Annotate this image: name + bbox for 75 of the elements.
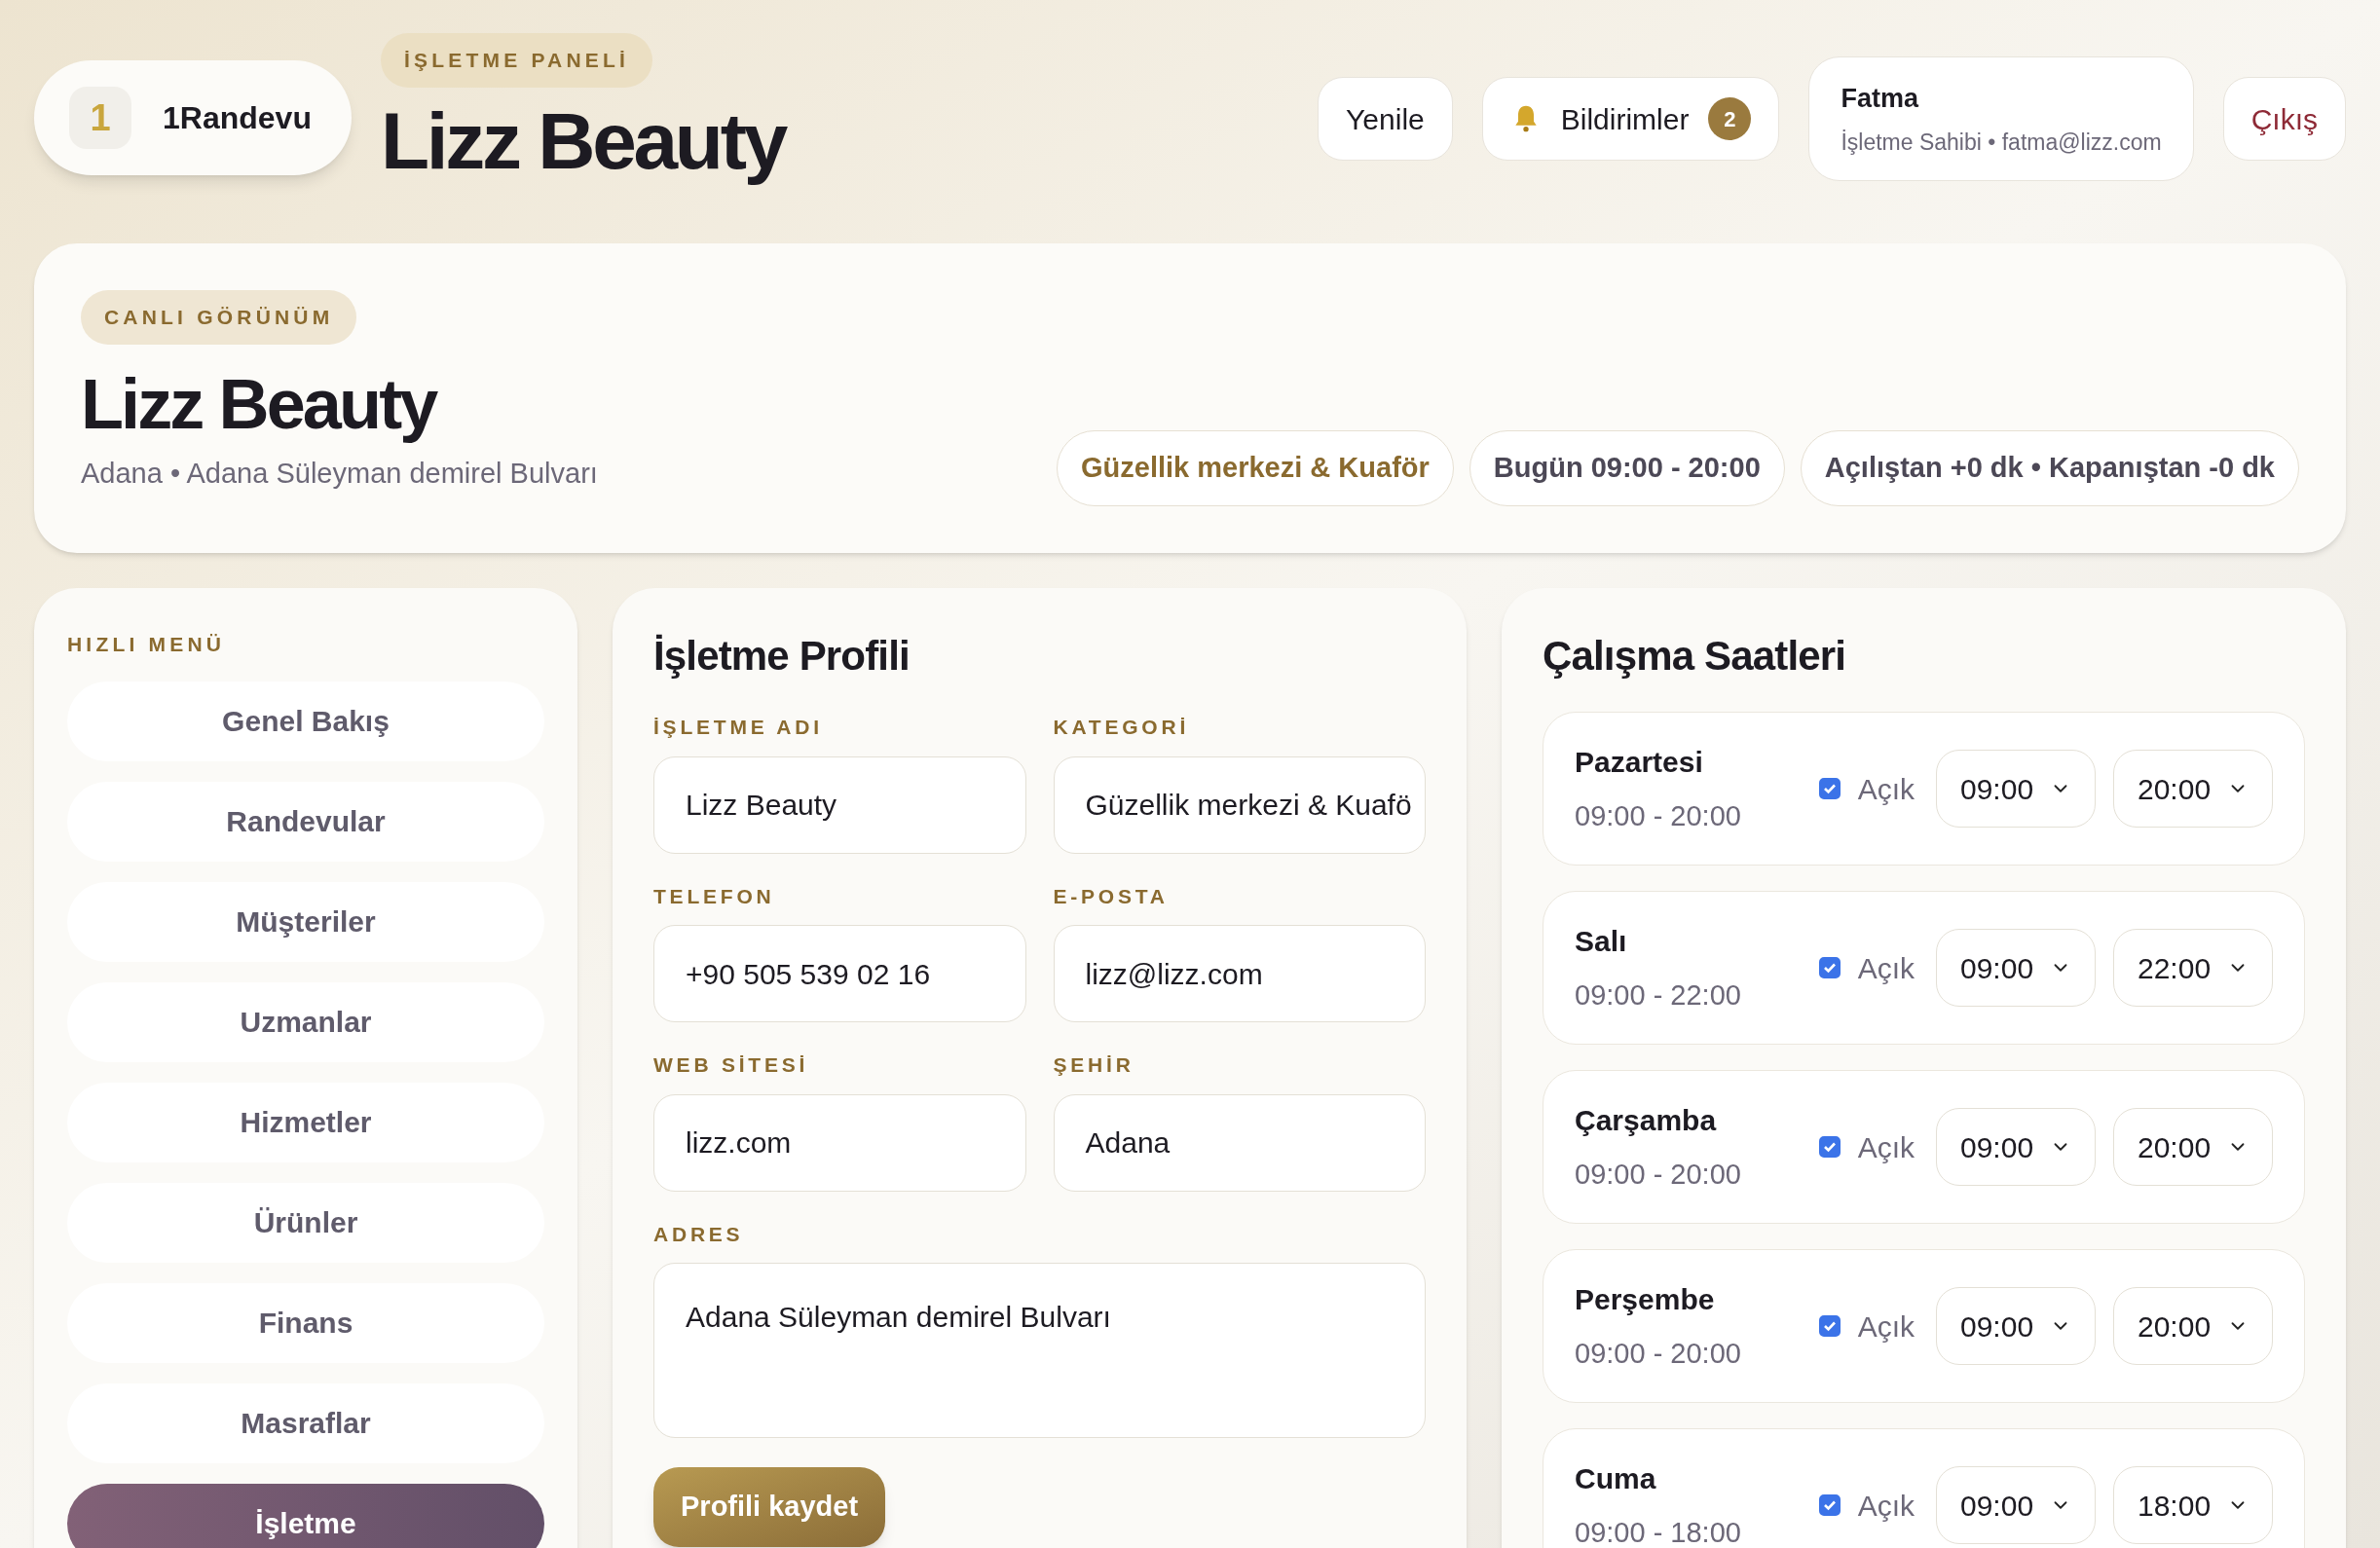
- menu-item[interactable]: Genel Bakış: [67, 681, 544, 761]
- menu-item[interactable]: Müşteriler: [67, 881, 544, 962]
- brand-pill[interactable]: 1 1Randevu: [34, 60, 352, 175]
- brand-name: 1Randevu: [163, 99, 312, 137]
- textarea-field[interactable]: Adana Süleyman demirel Bulvarı: [653, 1263, 1426, 1438]
- time-select[interactable]: 20:00: [2113, 1108, 2273, 1186]
- open-label: Açık: [1857, 1129, 1915, 1165]
- save-profile-button[interactable]: Profili kaydet: [653, 1467, 886, 1547]
- open-checkbox[interactable]: [1818, 1494, 1841, 1516]
- day-name: Pazartesi: [1575, 744, 1704, 780]
- user-card[interactable]: Fatma İşletme Sahibi • fatma@lizz.com: [1808, 56, 2194, 181]
- day-hours: 09:00 - 20:00: [1575, 798, 1741, 833]
- field-label: E-POSTA: [1053, 883, 1170, 909]
- time-select[interactable]: 09:00: [1936, 750, 2096, 828]
- field-label: TELEFON: [653, 883, 776, 909]
- menu-item[interactable]: Masraflar: [67, 1382, 544, 1463]
- day-name: Çarşamba: [1575, 1102, 1718, 1138]
- time-select[interactable]: 09:00: [1936, 929, 2096, 1007]
- panel-badge: İŞLETME PANELİ: [381, 33, 653, 88]
- location-text: Adana • Adana Süleyman demirel Bulvarı: [81, 457, 598, 492]
- field-label: KATEGORİ: [1053, 715, 1191, 740]
- field-label: ŞEHİR: [1053, 1052, 1135, 1078]
- open-label: Açık: [1857, 771, 1915, 807]
- day-hours: 09:00 - 20:00: [1575, 1157, 1741, 1192]
- day-name: Cuma: [1575, 1460, 1657, 1496]
- time-select[interactable]: 20:00: [2113, 1287, 2273, 1365]
- user-detail: İşletme Sahibi • fatma@lizz.com: [1841, 129, 2162, 157]
- info-chip: Açılıştan +0 dk • Kapanıştan -0 dk: [1800, 430, 2299, 506]
- field-label: WEB SİTESİ: [653, 1052, 810, 1078]
- section-title: İşletme Profili: [653, 632, 911, 681]
- input-field[interactable]: Güzellik merkezi & Kuafö: [1053, 756, 1426, 854]
- menu-item[interactable]: İşletme: [67, 1483, 544, 1548]
- time-select[interactable]: 09:00: [1936, 1466, 2096, 1544]
- menu-item[interactable]: Finans: [67, 1282, 544, 1363]
- menu-item[interactable]: Hizmetler: [67, 1082, 544, 1162]
- user-name: Fatma: [1841, 82, 1920, 115]
- time-select[interactable]: 09:00: [1936, 1108, 2096, 1186]
- open-label: Açık: [1857, 1488, 1915, 1524]
- input-field[interactable]: lizz.com: [653, 1093, 1026, 1192]
- menu-item[interactable]: Uzmanlar: [67, 981, 544, 1062]
- menu-item[interactable]: Ürünler: [67, 1182, 544, 1263]
- day-name: Salı: [1575, 923, 1628, 959]
- notifications-button[interactable]: Bildirimler 2: [1481, 77, 1780, 161]
- open-label: Açık: [1857, 1308, 1915, 1345]
- menu-title: HIZLI MENÜ: [67, 632, 227, 657]
- menu-item[interactable]: Randevular: [67, 781, 544, 862]
- open-label: Açık: [1857, 950, 1915, 986]
- notification-count: 2: [1708, 97, 1752, 140]
- input-field[interactable]: +90 505 539 02 16: [653, 925, 1026, 1022]
- day-name: Perşembe: [1575, 1281, 1716, 1317]
- open-checkbox[interactable]: [1818, 778, 1841, 799]
- refresh-button[interactable]: Yenile: [1318, 77, 1453, 161]
- time-select[interactable]: 09:00: [1936, 1287, 2096, 1365]
- business-title: Lizz Beauty: [81, 367, 436, 442]
- input-field[interactable]: Adana: [1053, 1093, 1426, 1192]
- input-field[interactable]: Lizz Beauty: [653, 756, 1026, 854]
- section-title: Çalışma Saatleri: [1543, 632, 1847, 681]
- info-chip: Güzellik merkezi & Kuaför: [1057, 430, 1454, 506]
- logout-button[interactable]: Çıkış: [2222, 77, 2346, 161]
- open-checkbox[interactable]: [1818, 957, 1841, 978]
- open-checkbox[interactable]: [1818, 1136, 1841, 1158]
- open-checkbox[interactable]: [1818, 1315, 1841, 1337]
- field-label: ADRES: [653, 1221, 745, 1247]
- input-field[interactable]: lizz@lizz.com: [1053, 925, 1426, 1022]
- field-label: İŞLETME ADI: [653, 715, 824, 740]
- day-hours: 09:00 - 18:00: [1575, 1515, 1741, 1548]
- info-chip: Bugün 09:00 - 20:00: [1469, 430, 1785, 506]
- live-badge: CANLI GÖRÜNÜM: [81, 290, 357, 345]
- day-hours: 09:00 - 22:00: [1575, 977, 1741, 1013]
- time-select[interactable]: 22:00: [2113, 929, 2273, 1007]
- time-select[interactable]: 20:00: [2113, 750, 2273, 828]
- time-select[interactable]: 18:00: [2113, 1466, 2273, 1544]
- day-hours: 09:00 - 20:00: [1575, 1336, 1741, 1371]
- business-title: Lizz Beauty: [381, 94, 785, 187]
- brand-badge: 1: [69, 87, 131, 149]
